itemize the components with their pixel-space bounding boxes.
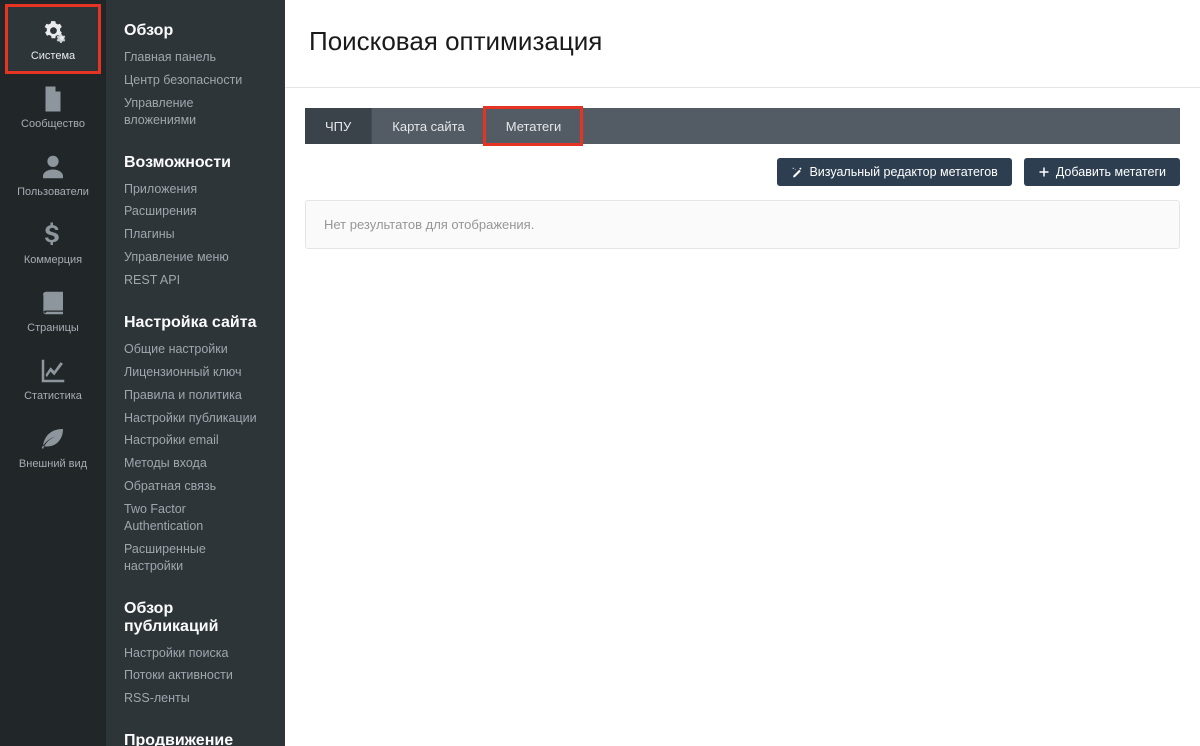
- submenu-link-label: Методы входа: [124, 455, 207, 472]
- submenu-link[interactable]: Потоки активности: [106, 664, 285, 687]
- tab[interactable]: ЧПУ: [305, 108, 371, 144]
- submenu-link[interactable]: Управление меню: [106, 246, 285, 269]
- visual-metatag-editor-button[interactable]: Визуальный редактор метатегов: [777, 158, 1011, 186]
- submenu-link[interactable]: Расширения: [106, 200, 285, 223]
- main-content: Поисковая оптимизация ЧПУКарта сайтаМета…: [285, 0, 1200, 746]
- magic-wand-icon: [791, 166, 803, 178]
- rail-item-label: Система: [31, 50, 75, 62]
- submenu-link[interactable]: Two Factor Authentication: [106, 498, 285, 538]
- chart-icon: [38, 356, 68, 386]
- submenu-link-label: Общие настройки: [124, 341, 228, 358]
- submenu-group-title: Обзор: [106, 14, 285, 46]
- submenu-link[interactable]: Центр безопасности: [106, 69, 285, 92]
- submenu-group-title: Возможности: [106, 146, 285, 178]
- submenu-link-label: Центр безопасности: [124, 72, 242, 89]
- user-icon: [38, 152, 68, 182]
- submenu-link[interactable]: Настройки email: [106, 429, 285, 452]
- submenu-group-title: Настройка сайта: [106, 306, 285, 338]
- empty-state-text: Нет результатов для отображения.: [306, 201, 1179, 248]
- submenu-link-label: Управление вложениями: [124, 95, 267, 129]
- submenu-link[interactable]: Обратная связь: [106, 475, 285, 498]
- submenu-link[interactable]: Главная панель: [106, 46, 285, 69]
- rail-item-label: Коммерция: [24, 254, 82, 266]
- secondary-submenu: Обзор Главная панель Центр безопасности Упр…: [106, 0, 285, 746]
- submenu-link-label: Настройки публикации: [124, 410, 257, 427]
- submenu-link[interactable]: RSS-ленты: [106, 687, 285, 710]
- rail-item-commerce[interactable]: Коммерция: [7, 210, 99, 276]
- submenu-link-label: Настройки поиска: [124, 645, 228, 662]
- rail-item-label: Страницы: [27, 322, 79, 334]
- submenu-link[interactable]: REST API: [106, 269, 285, 292]
- submenu-link[interactable]: Расширенные настройки: [106, 538, 285, 578]
- rail-item-label: Сообщество: [21, 118, 85, 130]
- rail-item-label: Пользователи: [17, 186, 89, 198]
- submenu-link-label: Правила и политика: [124, 387, 242, 404]
- gears-icon: [38, 16, 68, 46]
- submenu-link[interactable]: Общие настройки: [106, 338, 285, 361]
- submenu-link-label: Главная панель: [124, 49, 216, 66]
- rail-item-appearance[interactable]: Внешний вид: [7, 414, 99, 480]
- rail-item-label: Внешний вид: [19, 458, 87, 470]
- book-icon: [38, 288, 68, 318]
- submenu-link[interactable]: Управление вложениями: [106, 92, 285, 132]
- submenu-link-label: Two Factor Authentication: [124, 501, 267, 535]
- submenu-link-label: RSS-ленты: [124, 690, 190, 707]
- primary-nav-rail: Система Сообщество Пользователи Коммерция Ст…: [0, 0, 106, 746]
- submenu-group-title: Продвижение: [106, 724, 285, 746]
- submenu-link-label: Управление меню: [124, 249, 229, 266]
- button-label: Визуальный редактор метатегов: [809, 165, 997, 179]
- submenu-link-label: Обратная связь: [124, 478, 216, 495]
- rail-item-stats[interactable]: Статистика: [7, 346, 99, 412]
- action-row: Визуальный редактор метатегов Добавить м…: [285, 144, 1200, 196]
- add-metatags-button[interactable]: Добавить метатеги: [1024, 158, 1180, 186]
- leaf-icon: [38, 424, 68, 454]
- rail-item-label: Статистика: [24, 390, 82, 402]
- rail-item-community[interactable]: Сообщество: [7, 74, 99, 140]
- submenu-link-label: Плагины: [124, 226, 175, 243]
- rail-item-pages[interactable]: Страницы: [7, 278, 99, 344]
- tab-bar: ЧПУКарта сайтаМетатеги: [305, 108, 1180, 144]
- submenu-link[interactable]: Настройки публикации: [106, 407, 285, 430]
- submenu-link[interactable]: Приложения: [106, 178, 285, 201]
- tab[interactable]: Метатеги: [485, 108, 582, 144]
- submenu-link-label: Лицензионный ключ: [124, 364, 242, 381]
- submenu-link-label: Расширения: [124, 203, 197, 220]
- submenu-link[interactable]: Правила и политика: [106, 384, 285, 407]
- submenu-link-label: Потоки активности: [124, 667, 233, 684]
- rail-item-system[interactable]: Система: [7, 6, 99, 72]
- file-icon: [38, 84, 68, 114]
- plus-icon: [1038, 166, 1050, 178]
- dollar-icon: [38, 220, 68, 250]
- submenu-link[interactable]: Методы входа: [106, 452, 285, 475]
- submenu-link[interactable]: Плагины: [106, 223, 285, 246]
- submenu-group-title: Обзор публикаций: [106, 592, 285, 642]
- rail-item-users[interactable]: Пользователи: [7, 142, 99, 208]
- button-label: Добавить метатеги: [1056, 165, 1166, 179]
- submenu-link[interactable]: Лицензионный ключ: [106, 361, 285, 384]
- submenu-link-label: Настройки email: [124, 432, 219, 449]
- results-panel: Нет результатов для отображения.: [305, 200, 1180, 249]
- submenu-link-label: Расширенные настройки: [124, 541, 267, 575]
- tab[interactable]: Карта сайта: [371, 108, 484, 144]
- submenu-link-label: REST API: [124, 272, 180, 289]
- submenu-link-label: Приложения: [124, 181, 197, 198]
- page-title: Поисковая оптимизация: [285, 0, 1200, 88]
- submenu-link[interactable]: Настройки поиска: [106, 642, 285, 665]
